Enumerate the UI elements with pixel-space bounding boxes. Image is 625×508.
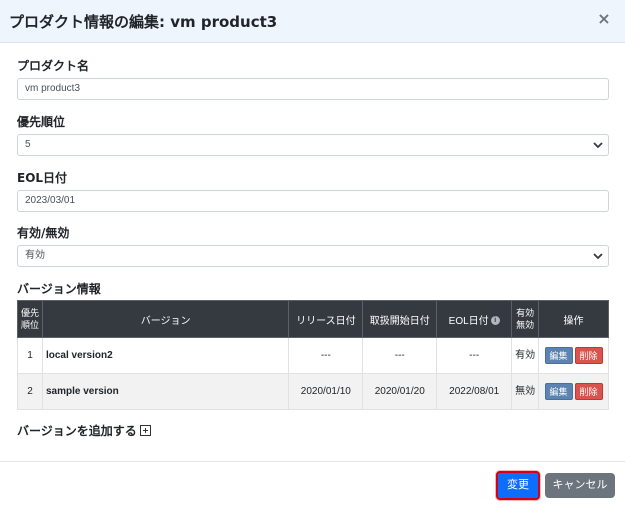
table-header-row: 優先順位 バージョン リリース日付 取扱開始日付 EOL日付 i 有効無効 操作 xyxy=(17,300,609,338)
footer-divider xyxy=(0,461,625,462)
header-handling-start: 取扱開始日付 xyxy=(362,300,438,338)
modal-header: プロダクト情報の編集: vm product3 × xyxy=(0,0,625,43)
row-eol-date: --- xyxy=(436,337,513,374)
add-version-link[interactable]: バージョンを追加する xyxy=(17,422,151,439)
row-handling-start: 2020/01/20 xyxy=(362,373,438,410)
edit-button[interactable]: 編集 xyxy=(544,347,573,364)
cancel-button[interactable]: キャンセル xyxy=(545,473,615,498)
status-label: 有効/無効 xyxy=(17,226,70,240)
delete-button[interactable]: 削除 xyxy=(574,383,603,400)
save-button[interactable]: 変更 xyxy=(496,471,540,500)
table-row: 1 local version2 --- --- --- 有効 編集 削除 xyxy=(17,337,609,374)
version-table: 優先順位 バージョン リリース日付 取扱開始日付 EOL日付 i 有効無効 操作 … xyxy=(17,300,609,410)
modal-title: プロダクト情報の編集: vm product3 xyxy=(9,13,278,31)
row-handling-start: --- xyxy=(362,337,438,374)
version-section-label: バージョン情報 xyxy=(17,282,101,296)
row-actions: 編集 削除 xyxy=(538,373,609,410)
row-actions: 編集 削除 xyxy=(538,337,609,374)
plus-square-icon xyxy=(139,425,151,436)
chevron-down-icon xyxy=(593,253,603,260)
row-eol-date: 2022/08/01 xyxy=(436,373,513,410)
chevron-down-icon xyxy=(593,142,603,149)
row-release-date: --- xyxy=(288,337,364,374)
priority-select-value: 5 xyxy=(25,139,31,150)
row-version: local version2 xyxy=(41,337,290,374)
header-eol-date: EOL日付 i xyxy=(436,300,513,338)
product-name-label: プロダクト名 xyxy=(17,59,90,73)
edit-button[interactable]: 編集 xyxy=(544,383,573,400)
status-select[interactable]: 有効 xyxy=(17,245,609,267)
row-priority: 1 xyxy=(17,337,43,374)
product-name-input[interactable]: vm product3 xyxy=(17,78,609,100)
row-status: 有効 xyxy=(511,337,540,374)
edit-product-modal: プロダクト情報の編集: vm product3 × プロダクト名 vm prod… xyxy=(0,0,625,508)
close-icon[interactable]: × xyxy=(595,10,613,28)
header-version: バージョン xyxy=(41,300,290,338)
eol-date-input[interactable]: 2023/03/01 xyxy=(17,190,609,212)
row-release-date: 2020/01/10 xyxy=(288,373,364,410)
priority-label: 優先順位 xyxy=(17,115,66,129)
header-status: 有効無効 xyxy=(511,300,540,338)
header-actions: 操作 xyxy=(538,300,609,338)
table-row: 2 sample version 2020/01/10 2020/01/20 2… xyxy=(17,373,609,410)
delete-button[interactable]: 削除 xyxy=(574,347,603,364)
eol-date-label: EOL日付 xyxy=(17,171,68,185)
row-status: 無効 xyxy=(511,373,540,410)
header-priority: 優先順位 xyxy=(17,300,43,338)
header-release-date: リリース日付 xyxy=(288,300,364,338)
priority-select[interactable]: 5 xyxy=(17,134,609,156)
info-icon[interactable]: i xyxy=(490,316,500,326)
row-priority: 2 xyxy=(17,373,43,410)
add-version-label: バージョンを追加する xyxy=(17,424,137,438)
header-eol-date-label: EOL日付 xyxy=(448,315,489,327)
status-select-value: 有効 xyxy=(25,250,45,261)
row-version: sample version xyxy=(41,373,290,410)
